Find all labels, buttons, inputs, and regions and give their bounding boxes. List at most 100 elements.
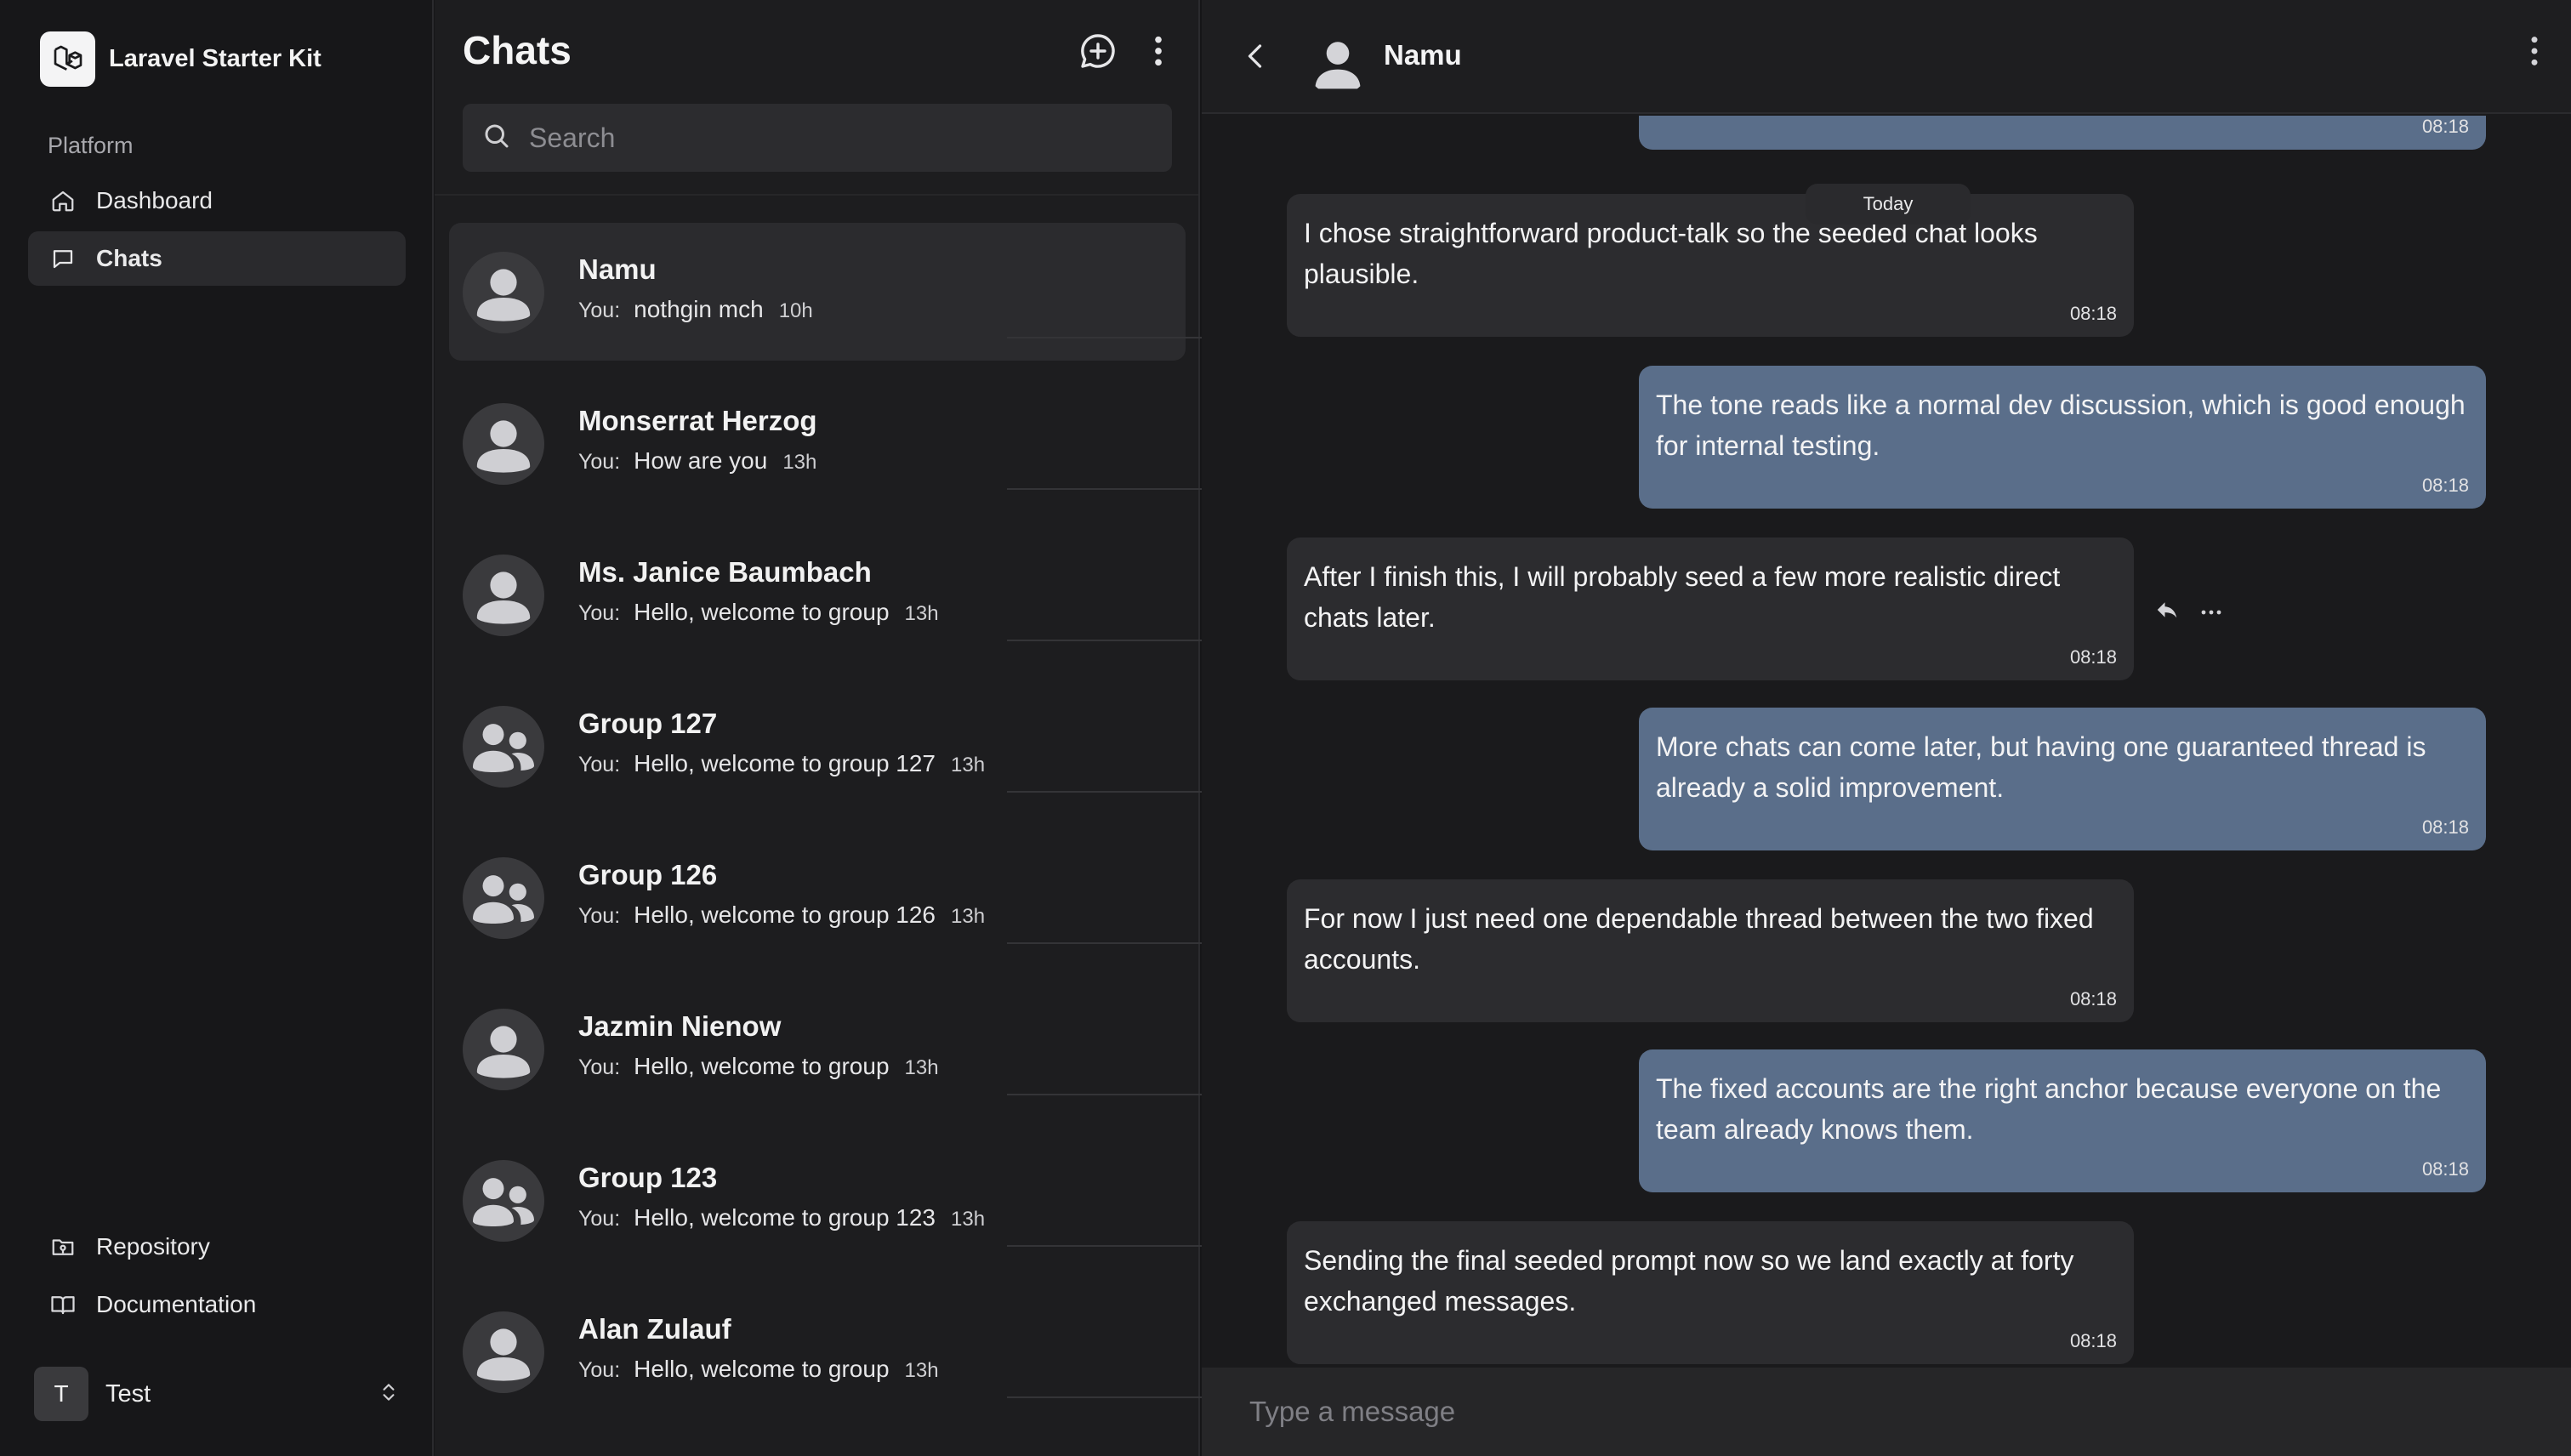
nav-item-chats[interactable]: Chats: [28, 231, 406, 286]
chat-name: Namu: [578, 253, 657, 285]
chat-list-item[interactable]: Namu You: nothgin mch 10h: [449, 223, 1186, 361]
chat-list-item[interactable]: Jazmin Nienow You: Hello, welcome to group…: [449, 980, 1186, 1118]
message-time: 08:18: [2421, 116, 2469, 137]
chat-you-label: You:: [578, 904, 621, 928]
message-time: 08:18: [2069, 646, 2117, 668]
chat-name: Group 123: [578, 1162, 718, 1193]
user-menu[interactable]: T Test: [34, 1366, 400, 1422]
chat-preview: How are you: [634, 447, 768, 474]
search-input[interactable]: [529, 122, 1158, 154]
app-sidebar: Laravel Starter Kit Platform Dashboard C…: [0, 0, 434, 1456]
laravel-logo-icon: [40, 31, 95, 87]
chat-you-label: You:: [578, 1207, 621, 1231]
message-options-button[interactable]: [2200, 605, 2222, 620]
folder-git-icon: [48, 1232, 77, 1261]
chat-list-item[interactable]: Group 127 You: Hello, welcome to group 127…: [449, 677, 1186, 815]
footer-link-documentation[interactable]: Documentation: [28, 1277, 406, 1332]
chat-preview: Hello, welcome to group: [634, 1356, 890, 1382]
message-text: I chose straightforward product-talk so …: [1304, 218, 2038, 289]
user-avatar-icon: [463, 403, 544, 485]
chat-name: Monserrat Herzog: [578, 405, 817, 436]
chat-preview: Hello, welcome to group 123: [634, 1204, 936, 1231]
chat-name: Jazmin Nienow: [578, 1010, 782, 1042]
new-chat-button[interactable]: [1078, 31, 1118, 76]
message-time: 08:18: [2069, 303, 2117, 324]
chat-time: 13h: [951, 754, 986, 776]
chat-list-item[interactable]: Group 126 You: Hello, welcome to group 126…: [449, 828, 1186, 966]
chat-time: 13h: [951, 1208, 986, 1231]
more-horizontal-icon: [2201, 610, 2221, 614]
chat-list-menu-button[interactable]: [1152, 34, 1164, 72]
book-open-icon: [48, 1290, 77, 1319]
chat-you-label: You:: [578, 753, 621, 776]
message-text: The tone reads like a normal dev discuss…: [1656, 390, 2466, 461]
chat-you-label: You:: [578, 450, 621, 474]
brand-name: Laravel Starter Kit: [109, 45, 321, 72]
outgoing-message[interactable]: 08:18: [1639, 116, 2486, 150]
outgoing-message[interactable]: The fixed accounts are the right anchor …: [1639, 1049, 2486, 1192]
chat-preview: Hello, welcome to group: [634, 599, 890, 625]
nav-item-label: Chats: [96, 245, 162, 271]
chat-name: Group 126: [578, 859, 718, 890]
group-avatar-icon: [463, 706, 544, 788]
nav-item-label: Dashboard: [96, 187, 213, 213]
incoming-message[interactable]: I chose straightforward product-talk so …: [1287, 194, 2134, 337]
message-text: After I finish this, I will probably see…: [1304, 561, 2061, 633]
back-button[interactable]: [1237, 37, 1275, 75]
contact-avatar[interactable]: [1305, 31, 1370, 95]
outgoing-message[interactable]: The tone reads like a normal dev discuss…: [1639, 366, 2486, 509]
group-avatar-icon: [463, 1160, 544, 1242]
chat-list-panel: Chats Namu You: nothgin mch 10h Monserrat He…: [435, 0, 1522, 1456]
user-avatar-icon: [463, 555, 544, 636]
chat-name: Ms. Janice Baumbach: [578, 556, 872, 588]
message-time: 08:18: [2421, 816, 2469, 838]
message-composer[interactable]: [1202, 1368, 2571, 1456]
chat-preview: Hello, welcome to group 127: [634, 750, 936, 776]
chat-list-item[interactable]: Alan Zulauf You: Hello, welcome to group 13…: [449, 1283, 1186, 1420]
chat-time: 10h: [778, 299, 813, 322]
message-time: 08:18: [2069, 1330, 2117, 1351]
outgoing-message[interactable]: More chats can come later, but having on…: [1639, 708, 2486, 850]
more-vertical-icon: [2531, 37, 2538, 65]
footer-link-label: Repository: [96, 1233, 210, 1260]
conversation-menu-button[interactable]: [2528, 34, 2540, 72]
chat-you-label: You:: [578, 1055, 621, 1079]
message-time: 08:18: [2069, 988, 2117, 1010]
message-text: For now I just need one dependable threa…: [1304, 903, 2094, 975]
footer-link-label: Documentation: [96, 1291, 257, 1317]
reply-icon: [2157, 602, 2177, 618]
chat-list-item[interactable]: Ms. Janice Baumbach You: Hello, welcome to…: [449, 526, 1186, 663]
nav-group-label: Platform: [48, 133, 134, 158]
contact-name[interactable]: Namu: [1384, 39, 1462, 71]
chat-you-label: You:: [578, 601, 621, 625]
chat-preview: nothgin mch: [634, 296, 764, 322]
chat-time: 13h: [904, 602, 939, 625]
message-text: More chats can come later, but having on…: [1656, 731, 2426, 803]
conversation-header: Namu: [1202, 0, 2571, 114]
incoming-message[interactable]: Sending the final seeded prompt now so w…: [1287, 1221, 2134, 1364]
nav-item-dashboard[interactable]: Dashboard: [28, 173, 406, 228]
chat-you-label: You:: [578, 1358, 621, 1382]
footer-link-repository[interactable]: Repository: [28, 1220, 406, 1274]
reply-button[interactable]: [2154, 597, 2180, 627]
message-time: 08:18: [2421, 1158, 2469, 1180]
chat-list-item[interactable]: Group 123 You: Hello, welcome to group 123…: [449, 1131, 1186, 1269]
incoming-message[interactable]: After I finish this, I will probably see…: [1287, 537, 2134, 680]
chevrons-up-down-icon: [378, 1379, 400, 1409]
user-name: Test: [105, 1379, 151, 1408]
incoming-message[interactable]: For now I just need one dependable threa…: [1287, 879, 2134, 1022]
message-input[interactable]: [1249, 1388, 2525, 1436]
message-list[interactable]: 08:18 I chose straightforward product-tal…: [1202, 116, 2571, 1366]
search-icon: [481, 121, 512, 156]
search-box[interactable]: [463, 104, 1172, 172]
home-icon: [48, 186, 77, 215]
chat-time: 13h: [904, 1359, 939, 1382]
divider: [435, 194, 1198, 196]
message-text: Sending the final seeded prompt now so w…: [1304, 1245, 2074, 1317]
brand[interactable]: Laravel Starter Kit: [40, 31, 321, 87]
conversation-panel: Namu 08:18 I chose straightforward produc…: [1202, 0, 2571, 1456]
chat-time: 13h: [782, 451, 817, 474]
chat-time: 13h: [951, 905, 986, 928]
chat-list-item[interactable]: Monserrat Herzog You: How are you 13h: [449, 374, 1186, 512]
chat-name: Alan Zulauf: [578, 1313, 731, 1345]
